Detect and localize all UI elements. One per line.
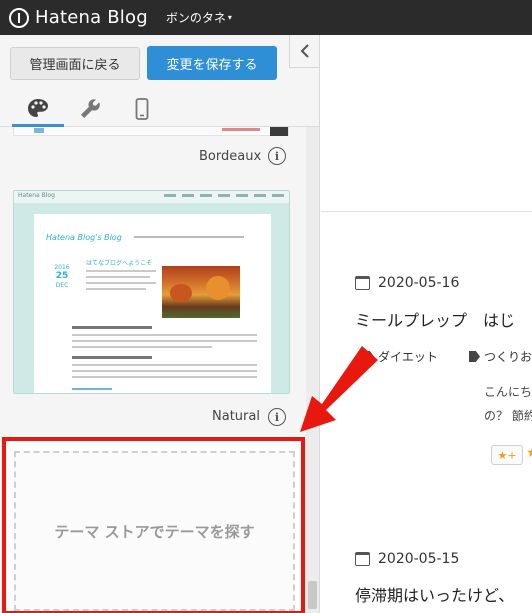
theme-list[interactable]: Bordeaux i Hatena Blog Hatena Blog's Blo…	[0, 127, 306, 613]
design-sidebar: 管理画面に戻る 変更を保存する Bordeaux i Hatena Blog H…	[0, 35, 320, 613]
post-title[interactable]: ミールプレップ はじ	[355, 307, 515, 331]
tab-customize[interactable]	[64, 91, 116, 127]
blog-name-menu[interactable]: ボンのタネ	[166, 9, 226, 26]
post-excerpt: こんにち	[484, 385, 532, 399]
tab-smartphone[interactable]	[116, 91, 168, 127]
active-tab-indicator	[12, 124, 64, 127]
tag-icon	[363, 351, 374, 362]
tag-link[interactable]: つくりお	[469, 348, 532, 365]
star-icon: ★	[526, 445, 532, 465]
highlight-box: テーマ ストアでテーマを探す	[2, 437, 305, 613]
blog-preview: 2020-05-16 ミールプレップ はじ ダイエット つくりお こんにち の？…	[321, 35, 532, 613]
natural-theme-preview[interactable]: Hatena Blog Hatena Blog's Blog 2016 25 D…	[13, 190, 290, 394]
bordeaux-theme-preview[interactable]	[13, 127, 289, 136]
theme-name-bordeaux: Bordeaux	[199, 149, 262, 164]
back-to-admin-button[interactable]: 管理画面に戻る	[10, 47, 140, 80]
palette-icon	[28, 99, 48, 117]
tab-design[interactable]	[12, 91, 64, 127]
tag-icon	[469, 351, 480, 362]
calendar-icon	[355, 276, 370, 290]
theme-name-natural: Natural	[212, 409, 260, 424]
hatena-blog-logo[interactable]: Hatena Blog	[9, 7, 148, 28]
theme-store-link[interactable]: テーマ ストアでテーマを探す	[14, 451, 295, 611]
wrench-icon	[81, 99, 100, 118]
caret-down-icon[interactable]: ▾	[228, 13, 232, 22]
logo-text: Hatena Blog	[35, 7, 148, 28]
collapse-sidebar-button[interactable]	[289, 35, 319, 68]
add-star-button[interactable]: ★+	[491, 445, 523, 465]
tag-link[interactable]: ダイエット	[363, 348, 438, 365]
hatena-logo-icon	[9, 7, 29, 28]
smartphone-icon	[135, 98, 149, 120]
sidebar-header: 管理画面に戻る 変更を保存する	[0, 35, 319, 127]
post-date[interactable]: 2020-05-15	[378, 551, 459, 567]
post-title[interactable]: 停滞期はいったけど、	[355, 582, 514, 606]
post-date[interactable]: 2020-05-16	[378, 275, 459, 291]
info-icon[interactable]: i	[268, 408, 286, 426]
calendar-icon	[355, 552, 370, 566]
post-excerpt: の？ 節約	[484, 409, 532, 423]
top-bar: Hatena Blog ボンのタネ ▾	[0, 0, 532, 35]
info-icon[interactable]: i	[268, 147, 286, 165]
save-changes-button[interactable]: 変更を保存する	[147, 46, 277, 80]
sidebar-scrollbar[interactable]	[306, 127, 319, 613]
divider	[321, 211, 532, 212]
scrollbar-thumb[interactable]	[308, 581, 317, 609]
theme-store-label: テーマ ストアでテーマを探す	[54, 522, 255, 541]
chevron-left-icon	[300, 44, 309, 58]
